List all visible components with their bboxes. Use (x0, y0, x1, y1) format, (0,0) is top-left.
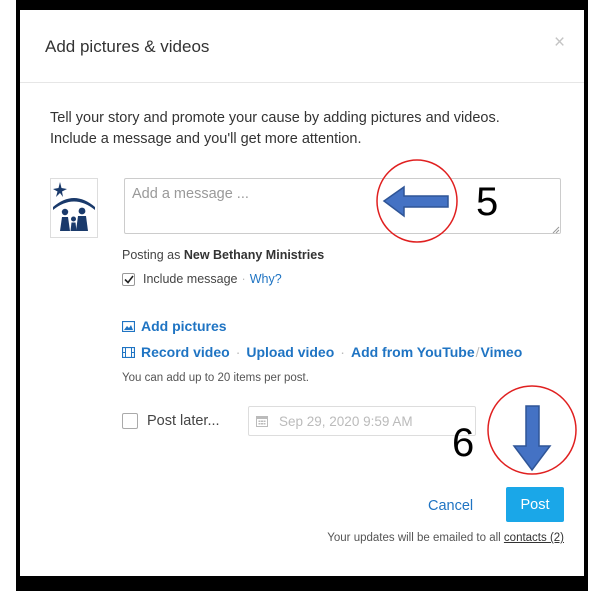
step-number-5: 5 (476, 180, 499, 224)
schedule-date-input[interactable]: Sep 29, 2020 9:59 AM (248, 406, 476, 436)
dialog-title: Add pictures & videos (45, 37, 210, 56)
why-link[interactable]: Why? (250, 272, 282, 286)
separator: · (235, 344, 241, 360)
posting-as-prefix: Posting as (122, 248, 184, 262)
calendar-icon (249, 415, 275, 427)
intro-text: Tell your story and promote your cause b… (50, 110, 500, 147)
resize-grip-icon[interactable] (552, 226, 560, 234)
film-icon (122, 346, 135, 358)
posting-as-name: New Bethany Ministries (183, 248, 325, 262)
close-icon[interactable]: × (554, 32, 565, 54)
record-video-link[interactable]: Record video (122, 344, 230, 360)
include-message-checkbox[interactable] (122, 272, 135, 286)
add-pictures-link[interactable]: Add pictures (122, 318, 227, 334)
email-notice: Your updates will be emailed to all cont… (327, 532, 564, 544)
post-button[interactable]: Post (506, 487, 564, 522)
schedule-date-value: Sep 29, 2020 9:59 AM (279, 413, 413, 429)
include-message-row: Include message · Why? (122, 272, 282, 286)
post-later-label: Post later... (147, 413, 220, 429)
add-pictures-label: Add pictures (141, 318, 227, 334)
vimeo-link[interactable]: Vimeo (481, 344, 523, 360)
contacts-link[interactable]: contacts (2) (504, 532, 564, 544)
posting-as-text: Posting as New Bethany Ministries (122, 248, 324, 262)
organization-logo (50, 178, 98, 238)
video-links-row: Record video · Upload video · Add from Y… (122, 344, 522, 360)
email-notice-text: Your updates will be emailed to all (327, 532, 504, 544)
upload-video-link[interactable]: Upload video (246, 344, 334, 360)
post-later-row: Post later... (122, 413, 220, 429)
cancel-button[interactable]: Cancel (428, 498, 473, 514)
separator: · (340, 344, 345, 360)
step-number-6: 6 (452, 421, 475, 465)
include-message-label: Include message (143, 272, 238, 286)
post-later-checkbox[interactable] (122, 413, 138, 429)
separator: · (241, 272, 246, 286)
add-media-dialog: Add pictures & videos × Tell your story … (20, 10, 584, 576)
slash-separator: / (475, 344, 480, 360)
dialog-header: Add pictures & videos × (20, 10, 584, 83)
item-limit-note: You can add up to 20 items per post. (122, 372, 309, 384)
add-from-youtube-link[interactable]: Add from YouTube (351, 344, 475, 360)
record-video-label: Record video (141, 344, 230, 360)
checkmark-icon (123, 275, 134, 284)
image-icon (122, 320, 135, 332)
